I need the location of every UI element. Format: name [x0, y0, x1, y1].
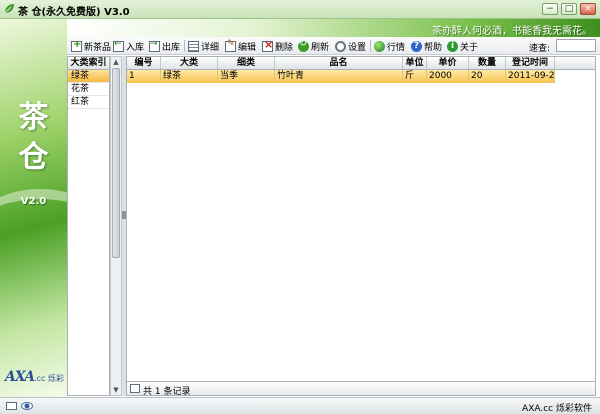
category-item-black-tea[interactable]: 红茶	[68, 96, 109, 109]
column-header-category[interactable]: 大类	[161, 57, 218, 69]
category-item-flower-tea[interactable]: 花茶	[68, 83, 109, 96]
slogan-text: 茶亦醉人何必酒，书能香我无需花。	[432, 26, 592, 37]
column-header-price[interactable]: 单价	[427, 57, 469, 69]
cell-register-date: 2011-09-27	[508, 70, 555, 83]
edit-icon	[225, 39, 236, 52]
market-button[interactable]: 行情	[374, 39, 405, 53]
stock-out-button[interactable]: 出库	[149, 39, 180, 53]
category-index-header: 大类索引	[68, 57, 109, 70]
gear-icon	[335, 40, 346, 52]
cell-price: 2000	[427, 70, 469, 83]
axa-logo-text: AXA	[5, 369, 35, 385]
column-header-name[interactable]: 品名	[275, 57, 403, 69]
scroll-down-icon[interactable]: ▼	[112, 386, 120, 394]
delete-label: 删除	[275, 42, 294, 53]
table-row[interactable]: 1 绿茶 当季 竹叶青 斤 2000 20 2011-09-27	[127, 70, 555, 83]
detail-button[interactable]: 详细	[188, 39, 219, 53]
axa-logo: AXA.cc 烁彩	[5, 369, 64, 385]
delete-button[interactable]: 删除	[262, 38, 294, 53]
mail-icon[interactable]	[6, 402, 17, 410]
tea-data-grid: 编号 大类 细类 品名 单位 单价 数量 登记时间 1 绿茶 当季 竹叶青 斤 …	[126, 56, 596, 382]
eye-icon[interactable]	[21, 402, 33, 410]
refresh-button[interactable]: 刷新	[298, 38, 330, 53]
window-controls: − □ ×	[542, 3, 596, 15]
record-count: 共 1 条记录	[143, 387, 191, 397]
edit-label: 编辑	[238, 42, 257, 53]
edit-button[interactable]: 编辑	[225, 39, 256, 53]
close-button[interactable]: ×	[580, 3, 596, 15]
column-header-subcategory[interactable]: 细类	[218, 57, 275, 69]
toolbar-separator	[370, 40, 371, 52]
export-icon	[149, 39, 160, 52]
info-icon: i	[447, 40, 458, 52]
minimize-button[interactable]: −	[542, 3, 558, 15]
cell-category: 绿茶	[161, 70, 218, 83]
category-item-green-tea[interactable]: 绿茶	[68, 70, 109, 83]
new-doc-icon	[71, 39, 82, 52]
chart-icon	[130, 384, 140, 393]
delete-icon	[262, 38, 273, 52]
toolbar-separator	[184, 40, 185, 52]
decorative-swoosh	[0, 189, 67, 309]
help-icon: ?	[411, 40, 422, 52]
column-header-unit[interactable]: 单位	[403, 57, 427, 69]
about-button[interactable]: i 关于	[447, 39, 478, 53]
help-label: 帮助	[424, 42, 443, 53]
quick-search-label: 速查:	[529, 44, 551, 54]
detail-label: 详细	[201, 42, 220, 53]
stock-in-label: 入库	[126, 42, 145, 53]
cell-unit: 斤	[403, 70, 427, 83]
grid-footer: 共 1 条记录	[126, 382, 596, 397]
category-scrollbar[interactable]: ▲ ▼	[110, 56, 122, 396]
about-label: 关于	[460, 42, 479, 53]
stock-out-label: 出库	[162, 42, 181, 53]
new-tea-label: 新茶品	[84, 42, 112, 53]
maximize-button[interactable]: □	[561, 3, 577, 15]
brand-sidebar: 茶 仓 V2.0 AXA.cc 烁彩	[0, 19, 67, 397]
import-icon	[113, 39, 124, 52]
brand-version: V2.0	[20, 196, 47, 207]
refresh-icon	[298, 38, 309, 52]
cell-id: 1	[127, 70, 161, 83]
settings-button[interactable]: 设置	[335, 39, 366, 53]
toolbar: 新茶品 入库 出库 详细 编辑 删除 刷新 设置 行情 ? 帮助 i 关于	[67, 37, 600, 55]
category-index-panel: 大类索引 绿茶 花茶 红茶	[67, 56, 110, 396]
status-bar: AXA.cc 烁彩软件	[0, 397, 600, 414]
status-company: AXA.cc 烁彩软件	[522, 404, 592, 414]
refresh-label: 刷新	[311, 42, 330, 53]
brand-char-1: 茶	[18, 100, 49, 135]
window-title: 茶 仓(永久免费版) V3.0	[18, 7, 130, 18]
quick-search-input[interactable]	[556, 39, 596, 52]
cell-name: 竹叶青	[275, 70, 403, 83]
globe-icon	[374, 40, 385, 52]
column-header-id[interactable]: 编号	[127, 57, 161, 69]
cell-subcategory: 当季	[218, 70, 275, 83]
settings-label: 设置	[348, 42, 367, 53]
leaf-icon	[4, 4, 14, 14]
new-tea-button[interactable]: 新茶品	[71, 39, 111, 53]
column-header-register-date[interactable]: 登记时间	[506, 57, 555, 69]
scroll-up-icon[interactable]: ▲	[112, 58, 120, 66]
help-button[interactable]: ? 帮助	[411, 39, 442, 53]
title-bar: 茶 仓(永久免费版) V3.0 − □ ×	[0, 0, 600, 19]
header-banner: 茶亦醉人何必酒，书能香我无需花。	[67, 19, 600, 37]
market-label: 行情	[387, 42, 406, 53]
detail-icon	[188, 40, 199, 52]
cell-quantity: 20	[469, 70, 506, 83]
scroll-thumb[interactable]	[112, 68, 120, 258]
axa-logo-suffix: .cc 烁彩	[34, 374, 64, 383]
stock-in-button[interactable]: 入库	[113, 39, 144, 53]
brand-char-2: 仓	[18, 140, 49, 175]
grid-header: 编号 大类 细类 品名 单位 单价 数量 登记时间	[127, 57, 595, 70]
column-header-quantity[interactable]: 数量	[469, 57, 506, 69]
